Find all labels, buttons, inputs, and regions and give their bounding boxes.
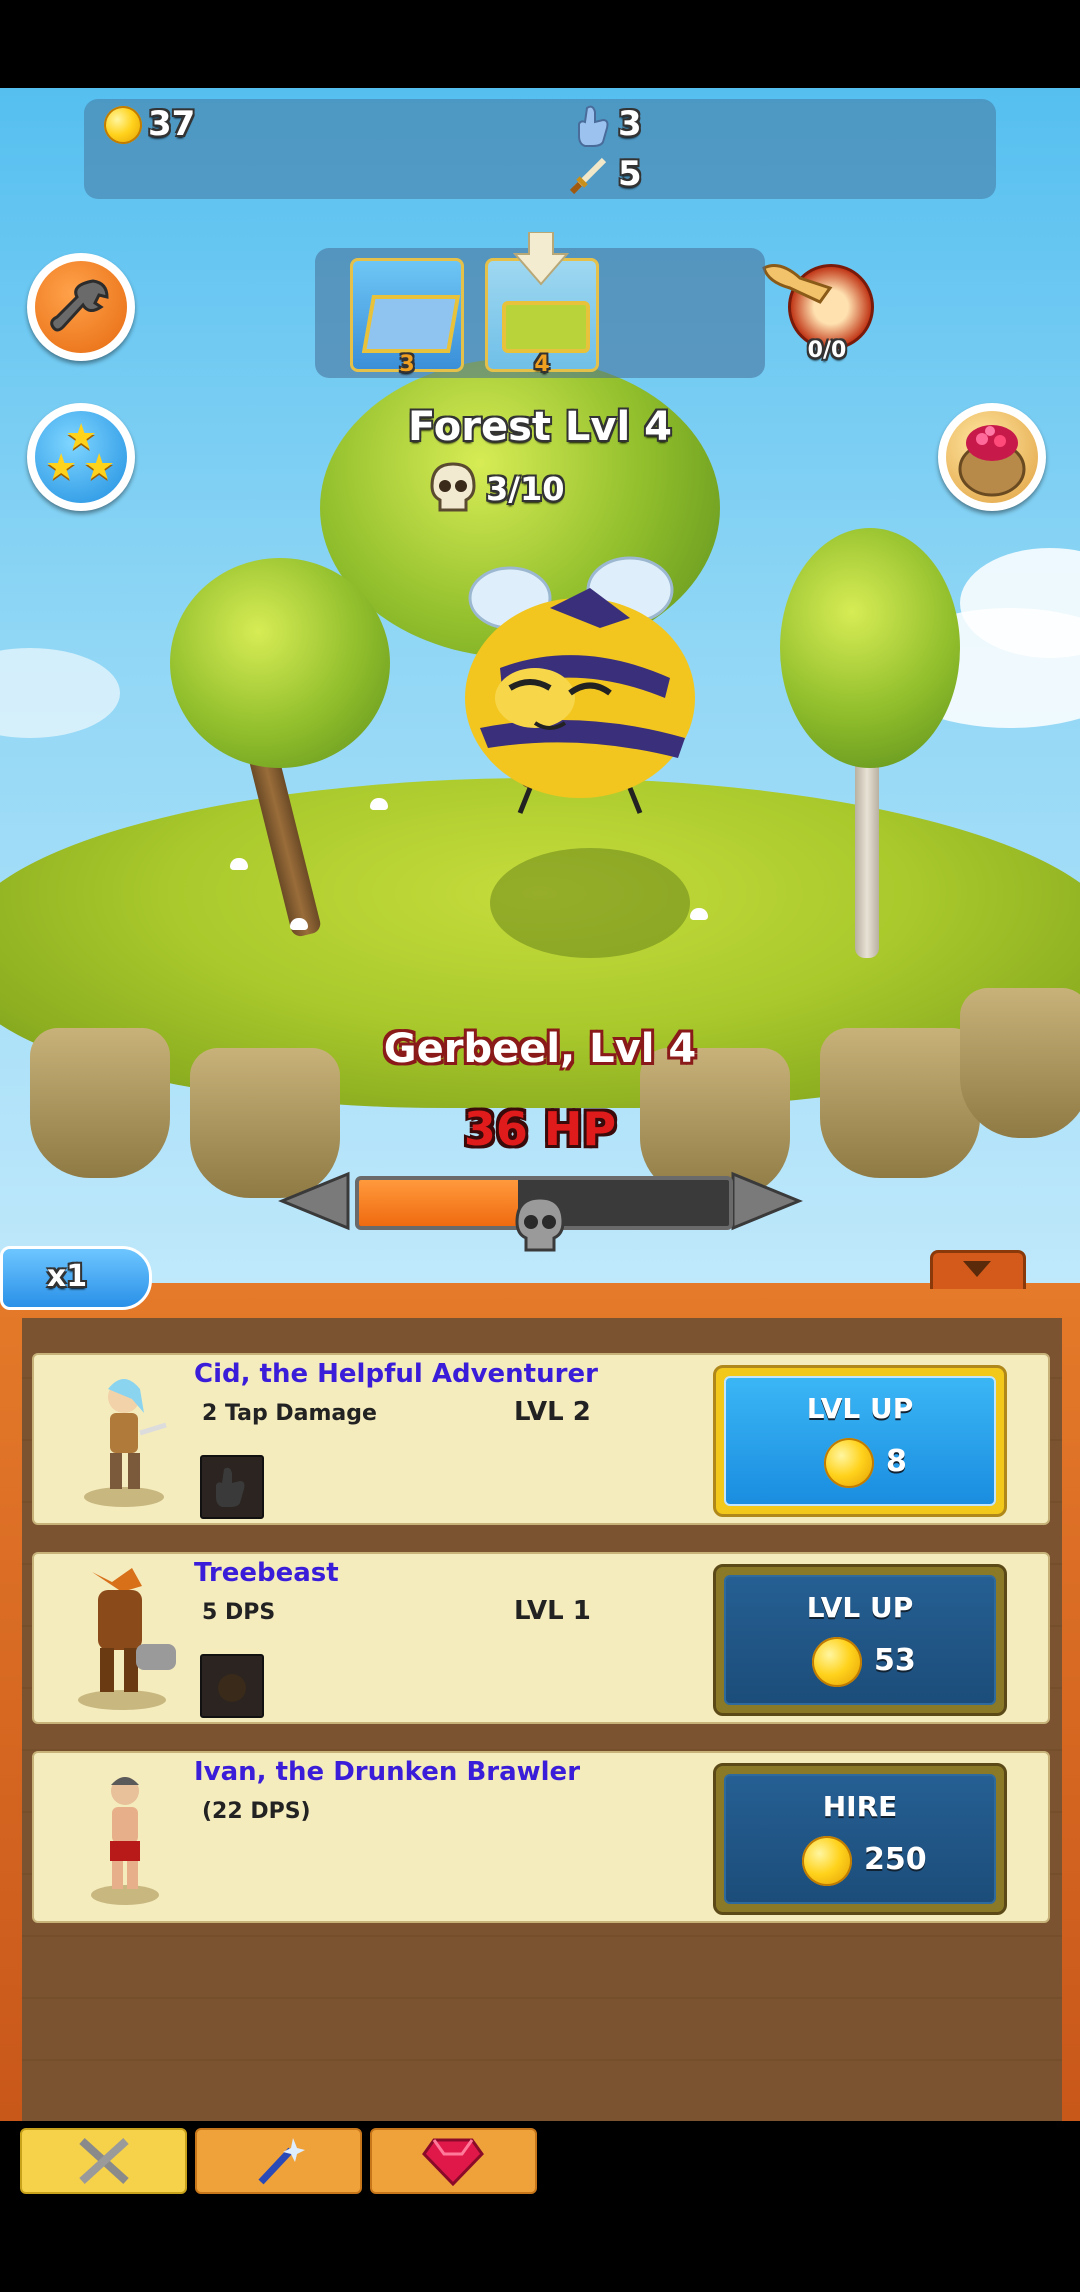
zone-tile[interactable]: 3 <box>350 258 464 377</box>
monster-sprite[interactable] <box>440 548 710 818</box>
dps-value: 5 <box>618 154 642 194</box>
cloud <box>0 648 120 738</box>
boss-timer-value: 0/0 <box>807 338 847 363</box>
hero-portrait <box>84 1379 167 1507</box>
upgrade-slot[interactable] <box>200 1455 264 1519</box>
settings-button[interactable] <box>27 253 135 361</box>
mushroom <box>370 798 388 810</box>
hero-name: Treebeast <box>194 1558 339 1588</box>
upgrade-slot[interactable] <box>200 1654 264 1718</box>
button-label: HIRE <box>822 1790 898 1823</box>
hero-level: LVL 1 <box>514 1596 591 1626</box>
zone-title: Forest Lvl 4 <box>408 404 672 450</box>
wrench-icon <box>50 279 109 332</box>
tree-canopy <box>780 528 960 768</box>
relics-button[interactable] <box>938 403 1046 511</box>
hero-name: Cid, the Helpful Adventurer <box>194 1359 598 1389</box>
zone-tile-island <box>361 295 461 353</box>
health-skull-icon <box>515 1196 565 1252</box>
button-label: LVL UP <box>806 1392 914 1425</box>
button-face: LVL UP 53 <box>724 1575 996 1705</box>
ruby-icon <box>422 2138 484 2186</box>
chevron-down-icon <box>963 1261 991 1277</box>
upgrade-treebeast-icon <box>218 1674 246 1702</box>
button-cost: 53 <box>874 1643 916 1678</box>
skull-icon <box>430 462 476 512</box>
gold-amount: 37 <box>148 104 196 144</box>
button-label: LVL UP <box>806 1591 914 1624</box>
achievements-button[interactable]: ★ ★ ★ <box>27 403 135 511</box>
monster-name: Gerbeel, Lvl 4 <box>383 1026 697 1072</box>
gold-coin-icon <box>812 1637 862 1687</box>
button-face: HIRE 250 <box>724 1774 996 1904</box>
upgrade-hand-icon <box>216 1467 245 1507</box>
hero-portrait <box>78 1568 176 1710</box>
tree-canopy <box>170 558 390 768</box>
health-bar-fill <box>359 1180 519 1226</box>
collapse-panel-button[interactable] <box>930 1250 1026 1289</box>
monster-shadow <box>490 848 690 958</box>
hero-stat: 5 DPS <box>202 1600 276 1625</box>
tap-hand-icon <box>578 105 609 147</box>
rock <box>30 1028 170 1178</box>
hero-level: LVL 2 <box>514 1397 591 1427</box>
hero-portrait <box>91 1777 159 1905</box>
buy-multiplier-button[interactable]: x1 <box>0 1246 152 1310</box>
zone-tile-island <box>502 301 590 353</box>
hero-level-up-button[interactable]: LVL UP 53 <box>713 1564 1007 1716</box>
monster-hp: 36 HP <box>463 1102 617 1156</box>
star-icon: ★ <box>83 447 116 488</box>
button-face: LVL UP 8 <box>724 1376 996 1506</box>
magic-wand-icon <box>258 2138 305 2185</box>
sword-icon <box>569 157 607 195</box>
star-icon: ★ <box>45 447 78 488</box>
mushroom <box>690 908 708 920</box>
hourglass-arm-icon <box>762 264 833 304</box>
button-cost: 250 <box>864 1842 927 1877</box>
tab-shop[interactable] <box>370 2128 537 2194</box>
tab-skills[interactable] <box>195 2128 362 2194</box>
swords-icon <box>79 2138 129 2184</box>
button-cost: 8 <box>886 1444 907 1479</box>
zone-level: 4 <box>534 352 550 377</box>
hero-name: Ivan, the Drunken Brawler <box>194 1757 581 1787</box>
boss-timer-button[interactable]: 0/0 <box>758 258 878 363</box>
rock <box>960 988 1080 1138</box>
gold-coin-icon <box>104 106 142 144</box>
current-zone-arrow-icon <box>513 232 569 286</box>
hero-stat: 2 Tap Damage <box>202 1401 377 1426</box>
hero-stat: (22 DPS) <box>202 1799 311 1824</box>
resource-bar <box>84 99 996 199</box>
hero-level-up-button[interactable]: LVL UP 8 <box>713 1365 1007 1517</box>
buy-multiplier-label: x1 <box>46 1259 88 1294</box>
gold-coin-icon <box>824 1438 874 1488</box>
zone-level: 3 <box>399 352 415 377</box>
tap-damage-value: 3 <box>618 104 642 144</box>
ruby-bag-icon <box>958 425 1026 497</box>
kill-counter: 3/10 <box>486 470 565 508</box>
hire-hero-button[interactable]: HIRE 250 <box>713 1763 1007 1915</box>
tab-heroes[interactable] <box>20 2128 187 2194</box>
rock <box>820 1028 980 1178</box>
mushroom <box>230 858 248 870</box>
gold-coin-icon <box>802 1836 852 1886</box>
mushroom <box>290 918 308 930</box>
